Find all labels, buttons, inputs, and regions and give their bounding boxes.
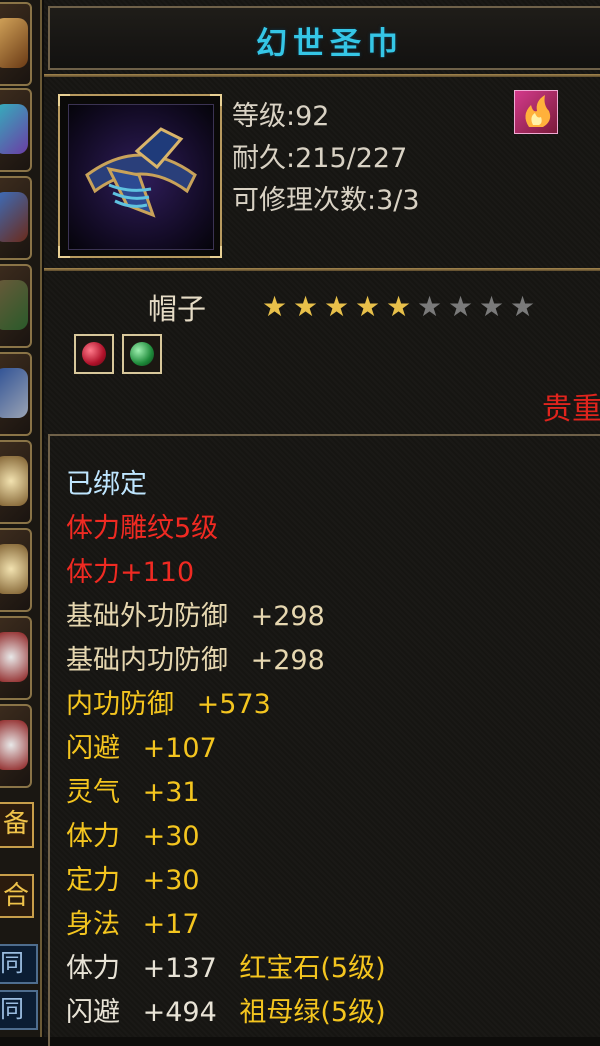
ruby-gem-icon (82, 342, 106, 366)
attr-value: +30 (142, 865, 200, 896)
shield-icon (0, 368, 28, 418)
mask-icon (0, 720, 28, 770)
gem-name: 红宝石(5级) (239, 953, 386, 984)
attr-row: 闪避 +107 (66, 726, 217, 765)
attr-label: 内功防御 (66, 689, 174, 720)
star-filled-icon: ★ (386, 290, 412, 323)
attr-value: +494 (142, 997, 217, 1028)
attr-label: 基础内功防御 (66, 645, 228, 676)
attr-value: +17 (142, 909, 200, 940)
frame-corner (210, 246, 222, 258)
engrave-level: 体力雕纹5级 (66, 513, 219, 544)
equip-slot-5[interactable] (0, 352, 32, 436)
attr-label: 身法 (66, 909, 120, 940)
bracer-icon (0, 104, 28, 154)
attr-row: 内功防御 +573 (66, 682, 271, 721)
attr-value: +107 (142, 733, 217, 764)
attr-row: 体力 +30 (66, 814, 200, 853)
star-empty-icon: ★ (448, 290, 474, 323)
divider (44, 268, 600, 271)
star-filled-icon: ★ (324, 290, 350, 323)
item-tooltip-panel: 幻世圣巾 等级:92 耐久:215/227 可修理次数:3/3 帽子 ★ ★ ★… (44, 0, 600, 1046)
equip-slot-3[interactable] (0, 176, 32, 260)
attr-value: +137 (142, 953, 217, 984)
item-icon-frame (58, 94, 222, 258)
star-empty-icon: ★ (417, 290, 443, 323)
ring-icon (0, 456, 28, 506)
attr-row: 灵气 +31 (66, 770, 200, 809)
side-link-2[interactable]: 同 (0, 990, 38, 1030)
precious-label: 贵重 (542, 392, 600, 427)
attr-label: 体力 (66, 953, 120, 984)
side-link-1[interactable]: 同 (0, 944, 38, 984)
socket-1 (74, 334, 114, 374)
armor-icon (0, 18, 28, 68)
star-empty-icon: ★ (510, 290, 536, 323)
attr-label: 基础外功防御 (66, 601, 228, 632)
item-repair-count: 可修理次数:3/3 (232, 185, 420, 216)
attr-value: +31 (142, 777, 200, 808)
combine-tab[interactable]: 合 (0, 874, 34, 918)
equip-slot-6[interactable] (0, 440, 32, 524)
socket-2 (122, 334, 162, 374)
frame-corner (58, 246, 70, 258)
attr-row: 身法 +17 (66, 902, 200, 941)
star-empty-icon: ★ (479, 290, 505, 323)
frame-corner (210, 94, 222, 106)
mask-icon (0, 632, 28, 682)
boots-icon (0, 280, 28, 330)
attr-value: +30 (142, 821, 200, 852)
item-level: 等级:92 (232, 101, 330, 132)
equipment-tab[interactable]: 备 (0, 802, 34, 848)
attribute-list: 已绑定 体力雕纹5级 体力+110 基础外功防御 +298 基础内功防御 +29… (48, 434, 600, 1046)
equip-slot-8[interactable] (0, 616, 32, 700)
item-durability: 耐久:215/227 (232, 143, 408, 174)
item-type: 帽子 (148, 292, 207, 326)
attr-value: +298 (250, 601, 325, 632)
equip-slot-7[interactable] (0, 528, 32, 612)
attr-value: +298 (250, 645, 325, 676)
attr-label: 灵气 (66, 777, 120, 808)
flame-skill-icon (514, 90, 558, 134)
attr-label: 闪避 (66, 733, 120, 764)
divider (44, 74, 600, 77)
title-bar: 幻世圣巾 (48, 6, 600, 70)
headband-icon (68, 104, 214, 250)
bound-status: 已绑定 (66, 469, 147, 500)
belt-icon (0, 192, 28, 242)
attr-label: 闪避 (66, 997, 120, 1028)
star-filled-icon: ★ (355, 290, 381, 323)
equipment-slot-strip: 备 合 同 同 (0, 0, 42, 1037)
attr-row: 基础内功防御 +298 (66, 638, 325, 677)
attr-row: 基础外功防御 +298 (66, 594, 325, 633)
equip-slot-2[interactable] (0, 88, 32, 172)
gem-row: 闪避 +494 祖母绿(5级) (66, 990, 386, 1029)
equip-slot-4[interactable] (0, 264, 32, 348)
frame-corner (58, 94, 70, 106)
attr-value: +573 (196, 689, 271, 720)
attr-row: 定力 +30 (66, 858, 200, 897)
star-filled-icon: ★ (293, 290, 319, 323)
star-filled-icon: ★ (262, 290, 288, 323)
emerald-gem-icon (130, 342, 154, 366)
item-name: 幻世圣巾 (256, 26, 404, 62)
equip-slot-9[interactable] (0, 704, 32, 788)
attr-label: 体力 (66, 821, 120, 852)
engrave-bonus: 体力+110 (66, 557, 195, 588)
equip-slot-1[interactable] (0, 2, 32, 86)
ring-icon (0, 544, 28, 594)
gem-row: 体力 +137 红宝石(5级) (66, 946, 386, 985)
gem-name: 祖母绿(5级) (239, 997, 386, 1028)
attr-label: 定力 (66, 865, 120, 896)
